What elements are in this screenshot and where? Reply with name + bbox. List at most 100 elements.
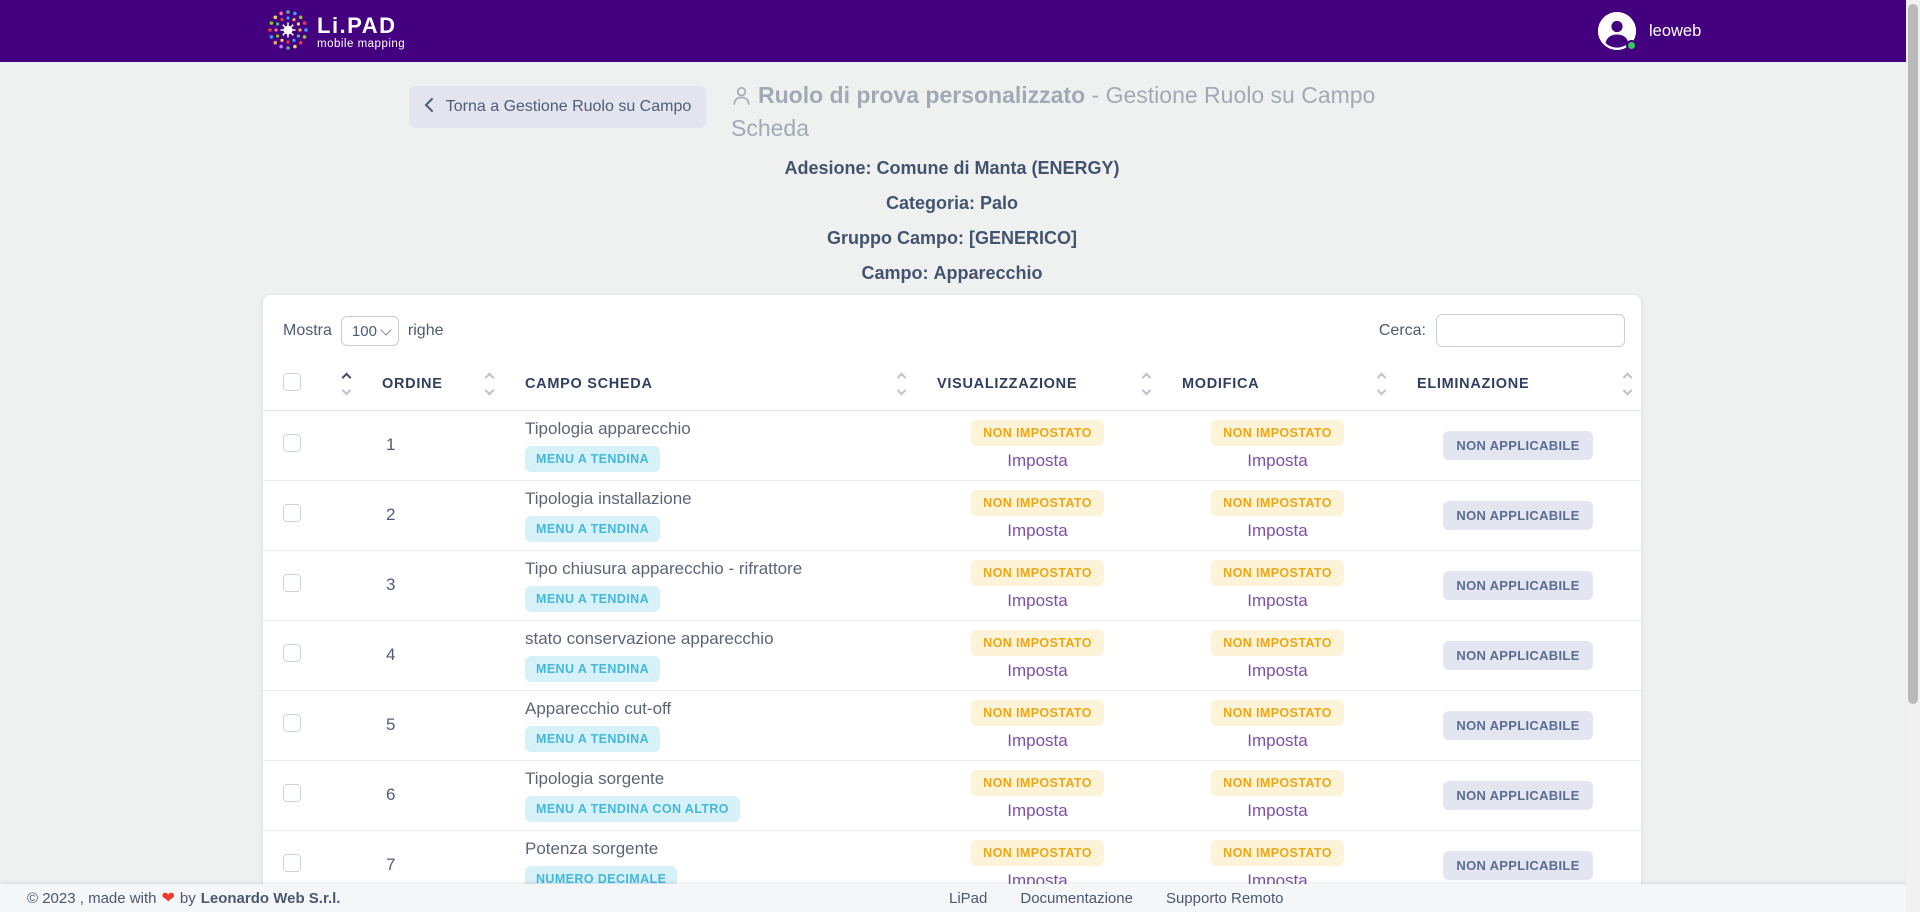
column-header-modifica[interactable]: MODIFICA bbox=[1160, 358, 1395, 410]
logo-title: Li.PAD bbox=[317, 15, 405, 37]
sort-desc-icon[interactable] bbox=[1623, 385, 1633, 395]
field-type-badge: MENU A TENDINA bbox=[525, 586, 660, 612]
search-label: Cerca: bbox=[1379, 322, 1426, 340]
row-checkbox[interactable] bbox=[283, 504, 301, 522]
scrollbar-thumb[interactable] bbox=[1908, 4, 1918, 704]
sort-asc-icon[interactable] bbox=[1377, 372, 1387, 382]
visualizzazione-status-badge: NON IMPOSTATO bbox=[971, 490, 1104, 516]
footer-link-lipad[interactable]: LiPad bbox=[949, 890, 987, 907]
field-type-badge: MENU A TENDINA bbox=[525, 726, 660, 752]
row-checkbox[interactable] bbox=[283, 644, 301, 662]
sort-asc-icon[interactable] bbox=[897, 372, 907, 382]
column-header-visualizzazione[interactable]: VISUALIZZAZIONE bbox=[915, 358, 1160, 410]
modifica-status-badge: NON IMPOSTATO bbox=[1211, 700, 1344, 726]
campo-scheda-name: Tipo chiusura apparecchio - rifrattore bbox=[525, 559, 915, 579]
row-checkbox[interactable] bbox=[283, 434, 301, 452]
eliminazione-status-badge: NON APPLICABILE bbox=[1443, 711, 1592, 740]
back-button-label: Torna a Gestione Ruolo su Campo bbox=[446, 98, 691, 116]
visualizzazione-imposta-link[interactable]: Imposta bbox=[1007, 521, 1067, 541]
ordine-value: 4 bbox=[386, 645, 395, 664]
campo-scheda-name: Apparecchio cut-off bbox=[525, 699, 915, 719]
company-name: Leonardo Web S.r.l. bbox=[201, 890, 341, 907]
table-body: 1 Tipologia apparecchio MENU A TENDINA N… bbox=[263, 410, 1641, 900]
field-type-badge: MENU A TENDINA bbox=[525, 656, 660, 682]
visualizzazione-status-badge: NON IMPOSTATO bbox=[971, 560, 1104, 586]
row-checkbox[interactable] bbox=[283, 854, 301, 872]
visualizzazione-status-badge: NON IMPOSTATO bbox=[971, 630, 1104, 656]
modifica-imposta-link[interactable]: Imposta bbox=[1247, 521, 1307, 541]
copyright: © 2023 , made with ❤ by Leonardo Web S.r… bbox=[27, 884, 340, 912]
sort-desc-icon[interactable] bbox=[897, 385, 907, 395]
modifica-imposta-link[interactable]: Imposta bbox=[1247, 731, 1307, 751]
field-type-badge: MENU A TENDINA CON ALTRO bbox=[525, 796, 740, 822]
modifica-status-badge: NON IMPOSTATO bbox=[1211, 490, 1344, 516]
person-icon bbox=[731, 83, 752, 113]
sort-desc-icon[interactable] bbox=[1142, 385, 1152, 395]
scrollbar-track bbox=[1906, 0, 1920, 912]
lipad-logo-icon bbox=[266, 8, 310, 57]
eliminazione-status-badge: NON APPLICABILE bbox=[1443, 781, 1592, 810]
lipad-logo[interactable]: Li.PAD mobile mapping bbox=[266, 8, 405, 57]
eliminazione-status-badge: NON APPLICABILE bbox=[1443, 851, 1592, 880]
visualizzazione-status-badge: NON IMPOSTATO bbox=[971, 420, 1104, 446]
sort-control[interactable] bbox=[486, 374, 493, 394]
modifica-imposta-link[interactable]: Imposta bbox=[1247, 661, 1307, 681]
heart-icon: ❤ bbox=[161, 888, 174, 908]
column-header-eliminazione[interactable]: ELIMINAZIONE bbox=[1395, 358, 1641, 410]
visualizzazione-status-badge: NON IMPOSTATO bbox=[971, 770, 1104, 796]
ordine-value: 3 bbox=[386, 575, 395, 594]
campo-scheda-name: Tipologia installazione bbox=[525, 489, 915, 509]
visualizzazione-imposta-link[interactable]: Imposta bbox=[1007, 451, 1067, 471]
row-checkbox[interactable] bbox=[283, 574, 301, 592]
footer-nav: LiPad Documentazione Supporto Remoto bbox=[949, 884, 1284, 912]
sort-asc-icon[interactable] bbox=[342, 372, 352, 382]
modifica-imposta-link[interactable]: Imposta bbox=[1247, 451, 1307, 471]
modifica-imposta-link[interactable]: Imposta bbox=[1247, 591, 1307, 611]
column-header-ordine[interactable]: ORDINE bbox=[360, 358, 503, 410]
ordine-value: 5 bbox=[386, 715, 395, 734]
rows-label: righe bbox=[408, 322, 444, 340]
fields-table: ORDINE CAMPO SCHEDA VISUALIZZAZIONE bbox=[263, 358, 1641, 900]
table-controls: Mostra 100 righe Cerca: bbox=[263, 295, 1641, 358]
user-menu[interactable]: leoweb bbox=[1598, 12, 1701, 50]
footer-link-supporto-remoto[interactable]: Supporto Remoto bbox=[1166, 890, 1284, 907]
page-size-select[interactable]: 100 bbox=[341, 316, 399, 346]
footer-link-documentazione[interactable]: Documentazione bbox=[1020, 890, 1133, 907]
search-input[interactable] bbox=[1436, 314, 1625, 347]
main-card: Mostra 100 righe Cerca: bbox=[263, 295, 1641, 909]
sort-desc-icon[interactable] bbox=[1377, 385, 1387, 395]
sort-asc-icon[interactable] bbox=[1623, 372, 1633, 382]
visualizzazione-imposta-link[interactable]: Imposta bbox=[1007, 661, 1067, 681]
modifica-imposta-link[interactable]: Imposta bbox=[1247, 801, 1307, 821]
sort-control[interactable] bbox=[1143, 374, 1150, 394]
ordine-value: 2 bbox=[386, 505, 395, 524]
sort-control[interactable] bbox=[343, 374, 350, 394]
visualizzazione-imposta-link[interactable]: Imposta bbox=[1007, 801, 1067, 821]
back-button[interactable]: Torna a Gestione Ruolo su Campo bbox=[409, 86, 706, 128]
footer: © 2023 , made with ❤ by Leonardo Web S.r… bbox=[0, 884, 1920, 912]
field-type-badge: MENU A TENDINA bbox=[525, 516, 660, 542]
context-info: Adesione: Comune di Manta (ENERGY) Categ… bbox=[263, 151, 1641, 291]
select-all-checkbox[interactable] bbox=[283, 373, 301, 391]
column-header-campo-scheda[interactable]: CAMPO SCHEDA bbox=[503, 358, 915, 410]
modifica-status-badge: NON IMPOSTATO bbox=[1211, 420, 1344, 446]
campo-scheda-name: stato conservazione apparecchio bbox=[525, 629, 915, 649]
meta-adesione: Adesione: Comune di Manta (ENERGY) bbox=[263, 151, 1641, 186]
row-checkbox[interactable] bbox=[283, 714, 301, 732]
visualizzazione-imposta-link[interactable]: Imposta bbox=[1007, 591, 1067, 611]
sort-asc-icon[interactable] bbox=[1142, 372, 1152, 382]
sort-desc-icon[interactable] bbox=[342, 385, 352, 395]
campo-scheda-name: Tipologia apparecchio bbox=[525, 419, 915, 439]
column-header-select[interactable] bbox=[263, 358, 360, 410]
sort-asc-icon[interactable] bbox=[485, 372, 495, 382]
sort-control[interactable] bbox=[1378, 374, 1385, 394]
visualizzazione-imposta-link[interactable]: Imposta bbox=[1007, 731, 1067, 751]
sort-desc-icon[interactable] bbox=[485, 385, 495, 395]
sort-control[interactable] bbox=[898, 374, 905, 394]
eliminazione-status-badge: NON APPLICABILE bbox=[1443, 501, 1592, 530]
online-status-dot bbox=[1626, 40, 1637, 51]
row-checkbox[interactable] bbox=[283, 784, 301, 802]
sort-control[interactable] bbox=[1624, 374, 1631, 394]
eliminazione-status-badge: NON APPLICABILE bbox=[1443, 641, 1592, 670]
meta-categoria: Categoria: Palo bbox=[263, 186, 1641, 221]
